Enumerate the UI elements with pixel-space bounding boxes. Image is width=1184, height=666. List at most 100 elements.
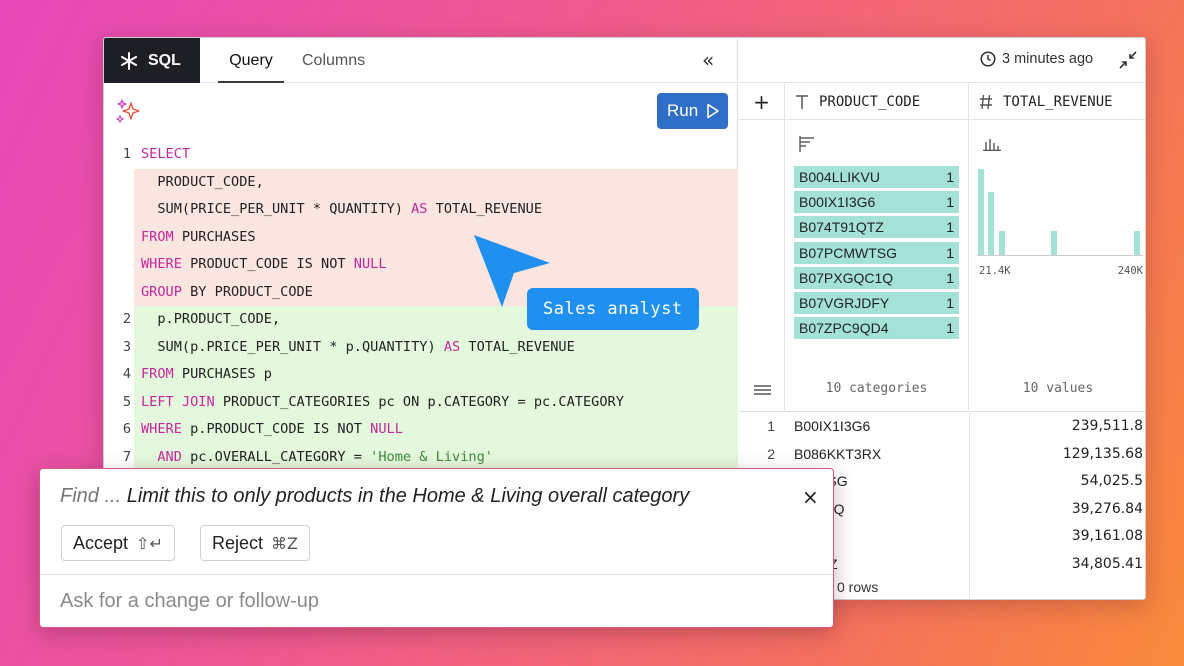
code-line[interactable]: FROM PURCHASES: [134, 223, 738, 252]
column-name: PRODUCT_CODE: [819, 93, 921, 110]
sql-keyword: FROM: [141, 228, 174, 245]
product-code-cell: B086KKT3RX: [794, 445, 882, 462]
code-line[interactable]: 5 LEFT JOIN PRODUCT_CATEGORIES pc ON p.CA…: [123, 388, 738, 416]
code-line[interactable]: 7 AND pc.OVERALL_CATEGORY = 'Home & Livi…: [123, 443, 738, 472]
total-revenue-summary: 21.4K 240K 10 values: [969, 120, 1145, 410]
sql-token: pc.OVERALL_CATEGORY =: [181, 448, 371, 465]
code-line[interactable]: 6 WHERE p.PRODUCT_CODE IS NOT NULL: [123, 416, 738, 444]
histogram-max-label: 240K: [1117, 265, 1143, 277]
line-number: 1: [122, 146, 131, 162]
category-code: B07VGRJDFY: [799, 294, 890, 311]
histogram-bar: [978, 168, 984, 255]
tab-bar: SQL Query Columns «: [104, 38, 738, 83]
category-code: B07ZPC9QD4: [799, 320, 889, 337]
column-header-product-code[interactable]: PRODUCT_CODE: [785, 84, 969, 120]
code-text: AND pc.OVERALL_CATEGORY = 'Home & Living…: [141, 444, 493, 472]
tab-columns[interactable]: Columns: [302, 38, 365, 83]
code-text: GROUP BY PRODUCT_CODE: [141, 279, 313, 307]
column-header-total-revenue[interactable]: TOTAL_REVENUE: [969, 84, 1145, 120]
sql-token: TOTAL_REVENUE: [460, 338, 575, 355]
ai-edit-popup: Find ... Limit this to only products in …: [39, 468, 834, 628]
row-index: 2: [767, 445, 775, 462]
add-column-button[interactable]: +: [739, 84, 785, 120]
collaborator-label: Sales analyst: [527, 288, 699, 330]
sql-keyword: SELECT: [141, 146, 191, 162]
histogram-icon[interactable]: [983, 137, 1001, 151]
revenue-cell: 54,025.5: [1080, 473, 1143, 489]
code-line[interactable]: 4 FROM PURCHASES p: [123, 361, 738, 389]
code-line[interactable]: 1 SELECT: [104, 141, 738, 169]
sql-token: PURCHASES: [173, 228, 256, 245]
sql-token: PURCHASES p: [173, 366, 272, 382]
sql-keyword: GROUP: [141, 283, 182, 300]
accept-button[interactable]: Accept ⇧↵: [61, 525, 175, 561]
category-count: 1: [946, 294, 954, 311]
revenue-histogram: [977, 168, 1143, 256]
density-icon[interactable]: [754, 384, 771, 396]
category-count: 1: [946, 320, 954, 337]
code-text: PRODUCT_CODE,: [141, 169, 264, 197]
sql-token: SUM(p.PRICE_PER_UNIT * p.QUANTITY): [141, 338, 444, 355]
code-line[interactable]: WHERE PRODUCT_CODE IS NOT NULL: [134, 251, 738, 279]
line-number: 3: [122, 338, 131, 355]
reject-button[interactable]: Reject ⌘Z: [200, 525, 310, 561]
sql-keyword: FROM: [141, 366, 174, 382]
last-run-text: 3 minutes ago: [1002, 51, 1094, 67]
line-number: 2: [122, 311, 131, 327]
sql-string: 'Home & Living': [370, 448, 493, 465]
category-item[interactable]: B004LLIKVU 1: [794, 166, 959, 188]
code-text: FROM PURCHASES p: [141, 361, 272, 389]
reject-shortcut: ⌘Z: [271, 533, 298, 553]
code-text: FROM PURCHASES: [141, 224, 256, 252]
sql-keyword: AND: [141, 448, 182, 465]
run-button[interactable]: Run: [657, 93, 728, 129]
followup-input[interactable]: Ask for a change or follow-up: [60, 590, 319, 613]
sql-token: PRODUCT_CODE,: [141, 173, 264, 190]
category-count: 1: [946, 244, 954, 261]
ai-sparkle-icon[interactable]: [116, 98, 142, 124]
table-row[interactable]: 1 B00IX1I3G6 239,511.8: [739, 412, 1145, 440]
sql-badge[interactable]: SQL: [104, 38, 200, 83]
category-item[interactable]: B07PCMWTSG 1: [794, 241, 959, 264]
sql-token: p.PRODUCT_CODE IS NOT: [181, 421, 371, 437]
code-text: WHERE p.PRODUCT_CODE IS NOT NULL: [141, 416, 403, 444]
revenue-cell: 239,511.8: [1071, 418, 1143, 434]
sql-keyword: WHERE: [141, 256, 182, 272]
line-number: 5: [122, 393, 131, 410]
code-line[interactable]: 3 SUM(p.PRICE_PER_UNIT * p.QUANTITY) AS …: [123, 333, 738, 361]
sort-bars-icon[interactable]: [799, 135, 817, 153]
code-line[interactable]: SUM(PRICE_PER_UNIT * QUANTITY) AS TOTAL_…: [134, 196, 738, 224]
run-label: Run: [667, 101, 699, 120]
tab-query[interactable]: Query: [218, 38, 284, 83]
minimize-icon[interactable]: [1118, 50, 1138, 70]
category-item[interactable]: B07ZPC9QD4 1: [794, 317, 959, 340]
close-icon[interactable]: ×: [802, 485, 819, 509]
clock-icon: [980, 51, 996, 67]
row-index-summary: [739, 120, 785, 410]
category-code: B07PCMWTSG: [799, 244, 898, 261]
code-text: SUM(PRICE_PER_UNIT * QUANTITY) AS TOTAL_…: [141, 196, 542, 224]
play-icon: [707, 103, 719, 119]
histogram-min-label: 21.4K: [979, 265, 1011, 277]
category-item[interactable]: B07PXGQC1Q 1: [794, 266, 959, 289]
values-count: 10 values: [1022, 381, 1094, 396]
category-item[interactable]: B07VGRJDFY 1: [794, 291, 959, 314]
sql-keyword: LEFT: [141, 393, 182, 410]
category-item[interactable]: B074T91QTZ 1: [794, 216, 959, 239]
row-count: 0 rows: [837, 579, 879, 595]
asterisk-icon: [121, 51, 137, 70]
category-count: 1: [946, 219, 954, 236]
sql-keyword: AS: [443, 338, 461, 355]
results-toolbar: 3 minutes ago: [739, 38, 1145, 83]
category-list: B004LLIKVU 1 B00IX1I3G6 1 B074T91QTZ 1 B07PCMW…: [794, 166, 959, 342]
code-text: SELECT: [141, 141, 190, 169]
last-run-status: 3 minutes ago: [980, 51, 1093, 67]
code-text: p.PRODUCT_CODE,: [141, 306, 280, 334]
sql-keyword: NULL: [353, 256, 387, 272]
table-row[interactable]: 2 B086KKT3RX 129,135.68: [739, 440, 1145, 468]
collapse-icon[interactable]: «: [702, 48, 714, 72]
histogram-bar: [1133, 231, 1140, 255]
code-line[interactable]: PRODUCT_CODE,: [134, 168, 738, 197]
category-item[interactable]: B00IX1I3G6 1: [794, 191, 959, 214]
category-code: B004LLIKVU: [799, 169, 880, 185]
